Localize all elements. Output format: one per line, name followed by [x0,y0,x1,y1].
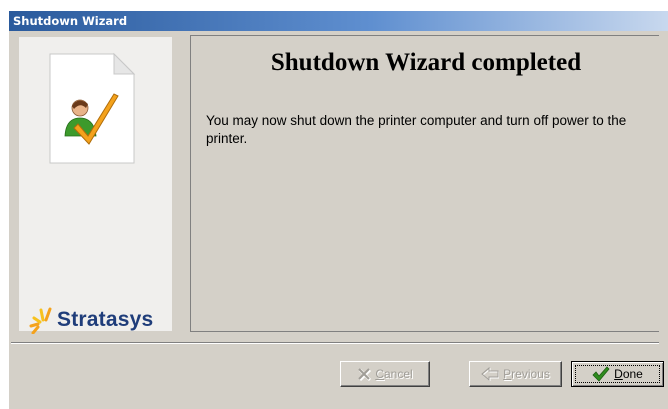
green-check-icon [592,366,610,382]
done-label: Done [614,367,643,381]
cancel-label: Cancel [375,367,413,381]
previous-label: Previous [503,367,550,381]
cancel-x-icon [357,367,372,381]
window-title: Shutdown Wizard [13,14,128,28]
previous-button[interactable]: Previous [469,361,562,387]
title-bar[interactable]: Shutdown Wizard [9,11,668,31]
page-heading: Shutdown Wizard completed [270,49,582,76]
cancel-button[interactable]: Cancel [340,361,430,387]
sunburst-logo-icon [29,307,52,334]
completion-message: You may now shut down the printer comput… [206,113,627,146]
brand-name: Stratasys [57,308,154,331]
side-panel: Stratasys [19,37,172,334]
document-check-icon [49,52,136,164]
content-panel: Shutdown Wizard completed You may now sh… [190,35,659,332]
done-button[interactable]: Done [571,361,664,387]
back-arrow-icon [481,367,500,381]
stratasys-logo: Stratasys [29,304,153,336]
button-separator [11,342,659,344]
